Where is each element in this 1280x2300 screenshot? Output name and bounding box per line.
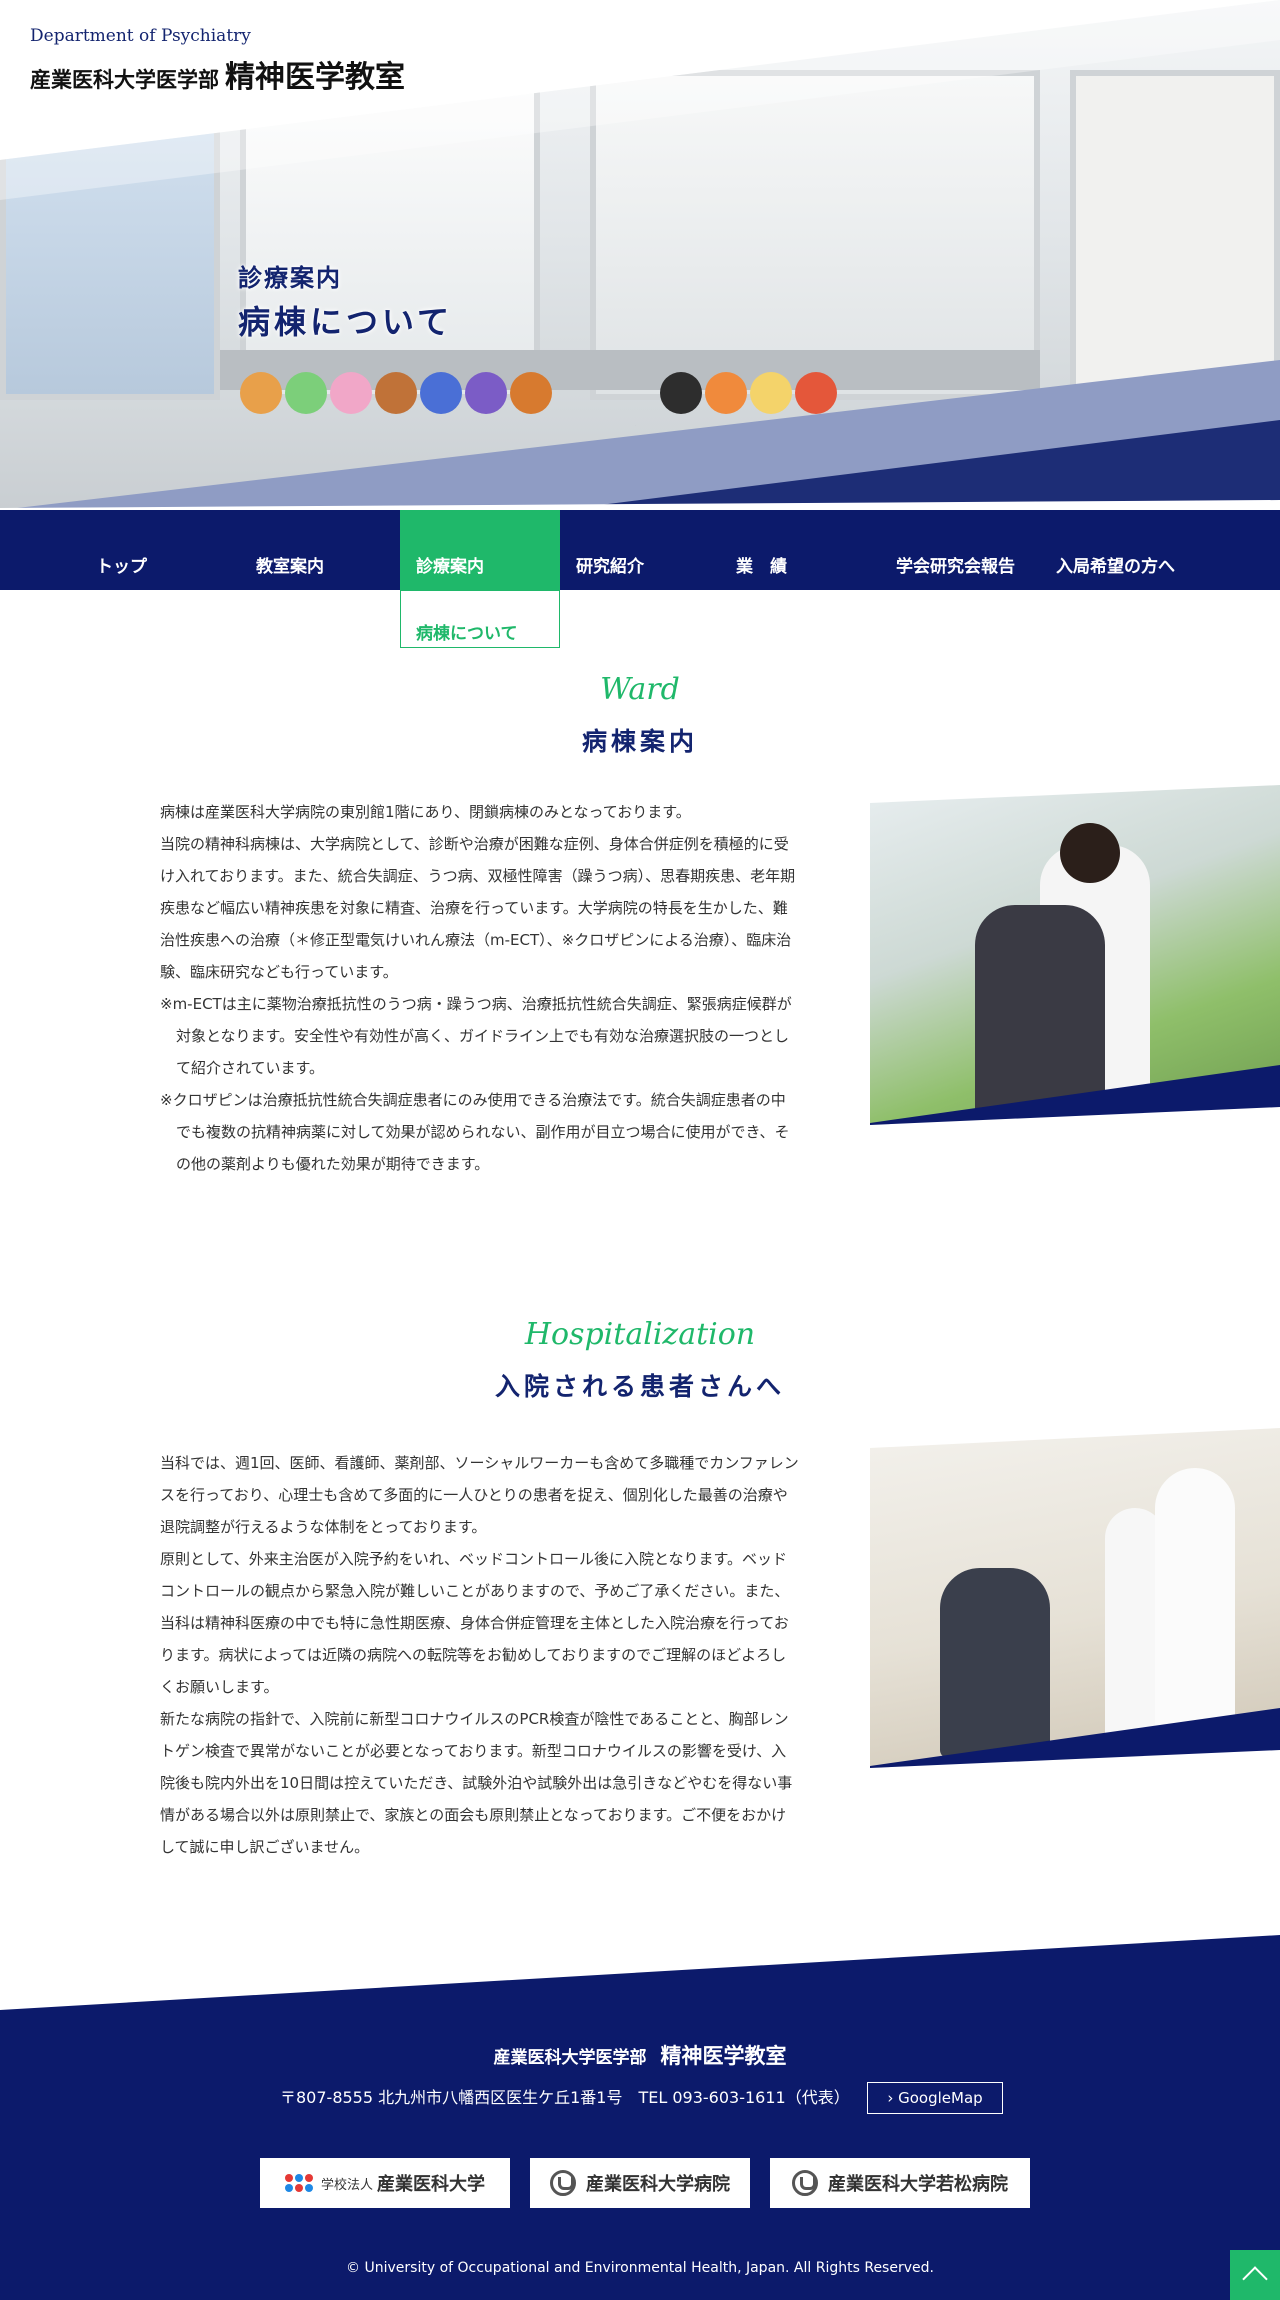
site-logo-en[interactable]: Department of Psychiatry — [30, 26, 251, 46]
ward-note-mect: ※m-ECTは主に薬物治療抵抗性のうつ病・躁うつ病、治療抵抗性統合失調症、緊張病… — [160, 995, 792, 1077]
nav-item-clinical[interactable]: 診療案内 — [400, 510, 560, 590]
hospitalization-photo — [870, 1428, 1280, 1768]
googlemap-label: GoogleMap — [898, 2089, 983, 2107]
global-nav: トップ 教室案内 診療案内 研究紹介 業 績 学会研究会報告 入局希望の方へ — [0, 510, 1280, 590]
dropdown-item-ward[interactable]: 病棟について — [400, 590, 560, 648]
nav-item-conference[interactable]: 学会研究会報告 — [880, 510, 1040, 590]
nav-item-achievements[interactable]: 業 績 — [720, 510, 880, 590]
hospitalization-paragraph: 新たな病院の指針で、入院前に新型コロナウイルスのPCR検査が陰性であることと、胸… — [160, 1710, 793, 1856]
footer-title-small: 産業医科大学医学部 — [493, 2048, 647, 2068]
banner-university-label: 産業医科大学 — [377, 2174, 485, 2195]
site-logo-jp[interactable]: 産業医科大学医学部 精神医学教室 — [30, 52, 405, 96]
banner-hospital[interactable]: 産業医科大学病院 — [530, 2158, 750, 2208]
nav-item-recruit[interactable]: 入局希望の方へ — [1040, 510, 1200, 590]
ward-heading-jp: 病棟案内 — [581, 727, 698, 756]
googlemap-button[interactable]: › GoogleMap — [867, 2082, 1003, 2114]
site-logo-jp-small: 産業医科大学医学部 — [30, 68, 219, 92]
nav-item-top[interactable]: トップ — [80, 510, 240, 590]
ward-note-clozapine: ※クロザピンは治療抵抗性統合失調症患者にのみ使用できる治療法です。統合失調症患者… — [160, 1091, 790, 1173]
ward-photo — [870, 785, 1280, 1125]
footer-address: 〒807-8555 北九州市八幡西区医生ケ丘1番1号 TEL 093-603-1… — [280, 2088, 850, 2107]
footer — [0, 1935, 1280, 2300]
hero-main-title: 病棟について — [238, 303, 454, 341]
hero-subtitle: 診療案内 — [238, 264, 342, 292]
ward-text: 病棟は産業医科大学病院の東別館1階にあり、閉鎖病棟のみとなっております。 当院の… — [160, 796, 800, 1180]
banner-wakamatsu-label: 産業医科大学若松病院 — [828, 2174, 1008, 2195]
footer-title: 産業医科大学医学部 精神医学教室 — [0, 2040, 1280, 2070]
page-top-button[interactable] — [1230, 2250, 1280, 2300]
hero-banner: Department of Psychiatry 産業医科大学医学部 精神医学教室… — [0, 0, 1280, 510]
ward-paragraph: 当院の精神科病棟は、大学病院として、診断や治療が困難な症例、身体合併症例を積極的… — [160, 835, 796, 981]
hospitalization-heading-en: Hospitalization — [524, 1317, 756, 1352]
hospitalization-heading-jp: 入院される患者さんへ — [494, 1372, 785, 1401]
ward-heading-en: Ward — [600, 672, 680, 707]
banner-university[interactable]: 学校法人 産業医科大学 — [260, 2158, 510, 2208]
nav-item-research[interactable]: 研究紹介 — [560, 510, 720, 590]
nav-item-about[interactable]: 教室案内 — [240, 510, 400, 590]
ward-paragraph: 病棟は産業医科大学病院の東別館1階にあり、閉鎖病棟のみとなっております。 — [160, 803, 691, 821]
banner-wakamatsu-hospital[interactable]: 産業医科大学若松病院 — [770, 2158, 1030, 2208]
banner-university-prefix: 学校法人 — [320, 2177, 373, 2193]
hospitalization-paragraph: 原則として、外来主治医が入院予約をいれ、ベッドコントロール後に入院となります。ベ… — [160, 1550, 790, 1696]
site-logo-jp-big: 精神医学教室 — [225, 60, 405, 95]
hospital-logo-icon — [550, 2170, 576, 2196]
hospital-logo-icon — [792, 2170, 818, 2196]
copyright: © University of Occupational and Environ… — [346, 2260, 934, 2276]
hospitalization-paragraph: 当科では、週1回、医師、看護師、薬剤部、ソーシャルワーカーも含めて多職種でカンフ… — [160, 1454, 799, 1536]
hero-title: 診療案内 病棟について — [238, 258, 453, 343]
chevron-right-icon: › — [887, 2089, 894, 2107]
footer-title-big: 精神医学教室 — [660, 2044, 787, 2068]
banner-hospital-label: 産業医科大学病院 — [586, 2174, 730, 2195]
university-logo-icon — [284, 2174, 313, 2192]
hospitalization-text: 当科では、週1回、医師、看護師、薬剤部、ソーシャルワーカーも含めて多職種でカンフ… — [160, 1447, 800, 1863]
